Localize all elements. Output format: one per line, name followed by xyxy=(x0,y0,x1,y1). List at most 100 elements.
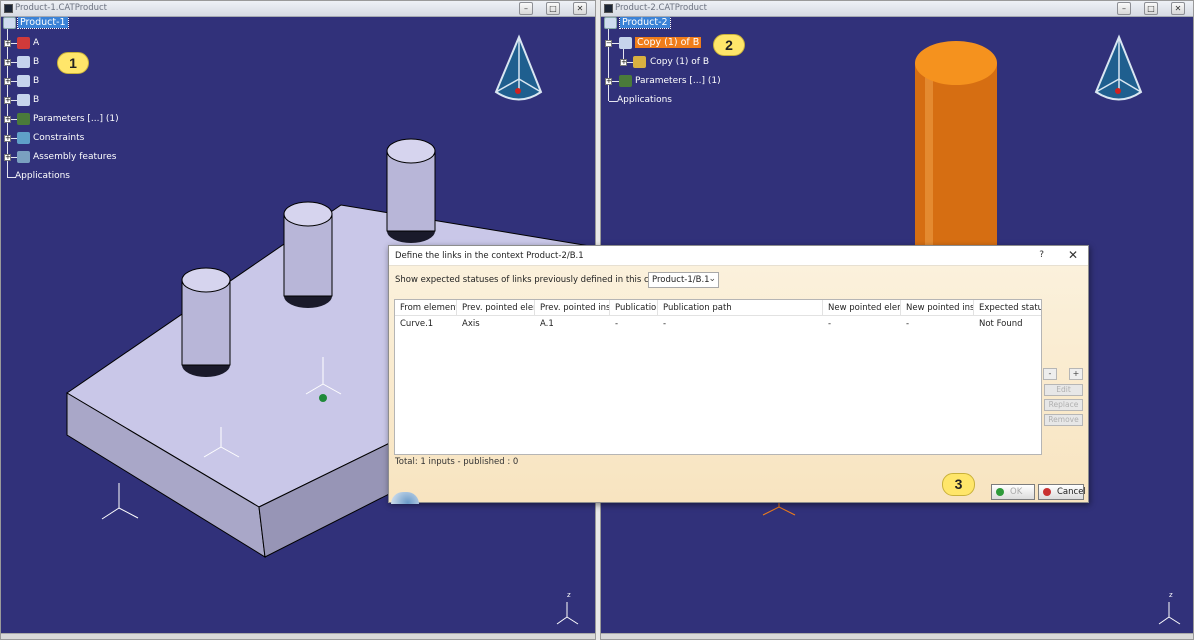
right-window-title: Product-2.CATProduct xyxy=(615,3,708,13)
dialog-close-button[interactable]: ✕ xyxy=(1068,248,1078,262)
ok-icon xyxy=(996,488,1004,496)
define-links-dialog: Define the links in the context Product-… xyxy=(388,245,1089,504)
catia-logo-icon xyxy=(391,492,419,504)
callout-2: 2 xyxy=(713,34,745,56)
assembly-features-icon xyxy=(17,151,30,163)
parameters-icon xyxy=(619,75,632,87)
tree-item-applications[interactable]: Applications xyxy=(617,95,672,105)
table-cell: - xyxy=(663,319,667,329)
context-select-value: Product-1/B.1 xyxy=(652,275,710,285)
pin-2 xyxy=(283,201,333,308)
minimize-button[interactable]: – xyxy=(1117,2,1131,15)
edit-button[interactable]: Edit xyxy=(1044,384,1083,396)
tree-root-product-2[interactable]: Product-2 xyxy=(619,17,671,29)
right-spec-tree: Product-2 − Copy (1) of B + Copy (1) of … xyxy=(601,17,801,117)
collapse-toggle[interactable]: − xyxy=(605,40,612,47)
dialog-title: Define the links in the context Product-… xyxy=(395,251,584,261)
mini-axis-z-label: z xyxy=(1169,591,1173,599)
part-icon xyxy=(619,37,632,49)
minimize-button[interactable]: – xyxy=(519,2,533,15)
tree-item-a[interactable]: A xyxy=(33,38,39,48)
callout-3: 3 xyxy=(942,473,975,496)
catia-app-icon xyxy=(604,4,613,13)
cancel-label: Cancel xyxy=(1057,487,1086,497)
expand-toggle[interactable]: + xyxy=(4,116,11,123)
expand-toggle[interactable]: + xyxy=(4,78,11,85)
table-cell: - xyxy=(906,319,910,329)
parameters-icon xyxy=(17,113,30,125)
catia-app-icon xyxy=(4,4,13,13)
product-icon xyxy=(3,17,16,29)
table-cell: Curve.1 xyxy=(400,319,434,329)
tree-item-b-3[interactable]: B xyxy=(33,95,39,105)
dialog-body: Show expected statuses of links previous… xyxy=(389,266,1088,504)
tree-item-b-2[interactable]: B xyxy=(33,76,39,86)
context-select[interactable]: Product-1/B.1 ⌄ xyxy=(648,272,719,288)
tree-item-constraints[interactable]: Constraints xyxy=(33,133,84,143)
part-icon xyxy=(17,56,30,68)
pin-3 xyxy=(386,138,436,243)
left-spec-tree: Product-1 + A + B + B + B + Parameters [… xyxy=(1,17,201,197)
compass-widget xyxy=(1094,34,1143,101)
expand-toggle[interactable]: + xyxy=(4,135,11,142)
right-status-strip xyxy=(601,633,1193,639)
part-icon xyxy=(17,37,30,49)
table-cell: - xyxy=(828,319,832,329)
pin-1 xyxy=(181,267,231,377)
cancel-button[interactable]: Cancel xyxy=(1038,484,1086,500)
table-cell: A.1 xyxy=(540,319,554,329)
close-button[interactable]: ✕ xyxy=(1171,2,1185,15)
context-label: Show expected statuses of links previous… xyxy=(395,275,682,285)
compass-widget xyxy=(494,34,543,101)
body-icon xyxy=(633,56,646,68)
column-header[interactable]: New pointed elem xyxy=(823,300,901,316)
column-header[interactable]: Prev. pointed inst xyxy=(535,300,610,316)
maximize-button[interactable]: □ xyxy=(1144,2,1158,15)
expand-toggle[interactable]: + xyxy=(4,59,11,66)
column-header[interactable]: Expected status xyxy=(974,300,1041,316)
expand-toggle[interactable]: + xyxy=(620,59,627,66)
links-table[interactable]: From element Prev. pointed elem Prev. po… xyxy=(394,299,1042,455)
table-cell: Not Found xyxy=(979,319,1023,329)
part-icon xyxy=(17,75,30,87)
column-header[interactable]: Publication xyxy=(610,300,658,316)
tree-item-parameters[interactable]: Parameters [...] (1) xyxy=(635,76,721,86)
cancel-icon xyxy=(1043,488,1051,496)
help-button[interactable]: ? xyxy=(1039,250,1044,260)
tree-item-applications[interactable]: Applications xyxy=(15,171,70,181)
axis-system-origin xyxy=(101,483,139,520)
expand-toggle[interactable]: + xyxy=(605,78,612,85)
column-header[interactable]: Prev. pointed elem xyxy=(457,300,535,316)
left-status-strip xyxy=(1,633,595,639)
right-title-bar[interactable]: Product-2.CATProduct – □ ✕ xyxy=(601,1,1193,17)
column-header[interactable]: New pointed inst xyxy=(901,300,974,316)
table-cell: Axis xyxy=(462,319,480,329)
expand-toggle[interactable]: + xyxy=(4,154,11,161)
tree-item-assembly-features[interactable]: Assembly features xyxy=(33,152,116,162)
table-cell: - xyxy=(615,319,619,329)
ok-button[interactable]: OK xyxy=(991,484,1035,500)
maximize-button[interactable]: □ xyxy=(546,2,560,15)
part-icon xyxy=(17,94,30,106)
mini-axis xyxy=(556,602,579,625)
ok-label: OK xyxy=(1010,487,1023,497)
constraints-icon xyxy=(17,132,30,144)
tree-item-copy-sub[interactable]: Copy (1) of B xyxy=(650,57,709,67)
anchor-marker xyxy=(319,394,327,402)
close-button[interactable]: ✕ xyxy=(573,2,587,15)
column-header[interactable]: From element xyxy=(395,300,457,316)
expand-toggle[interactable]: + xyxy=(4,97,11,104)
minus-button[interactable]: - xyxy=(1043,368,1057,380)
tree-root-product-1[interactable]: Product-1 xyxy=(17,17,69,29)
mini-axis-z-label: z xyxy=(567,591,571,599)
expand-toggle[interactable]: + xyxy=(4,40,11,47)
plus-button[interactable]: + xyxy=(1069,368,1083,380)
replace-button[interactable]: Replace xyxy=(1044,399,1083,411)
tree-item-parameters[interactable]: Parameters [...] (1) xyxy=(33,114,119,124)
dialog-title-bar[interactable]: Define the links in the context Product-… xyxy=(389,246,1088,266)
tree-item-copy-highlighted[interactable]: Copy (1) of B xyxy=(635,37,702,48)
tree-item-b-1[interactable]: B xyxy=(33,57,39,67)
column-header[interactable]: Publication path xyxy=(658,300,823,316)
remove-button[interactable]: Remove xyxy=(1044,414,1083,426)
left-title-bar[interactable]: Product-1.CATProduct – □ ✕ xyxy=(1,1,595,17)
